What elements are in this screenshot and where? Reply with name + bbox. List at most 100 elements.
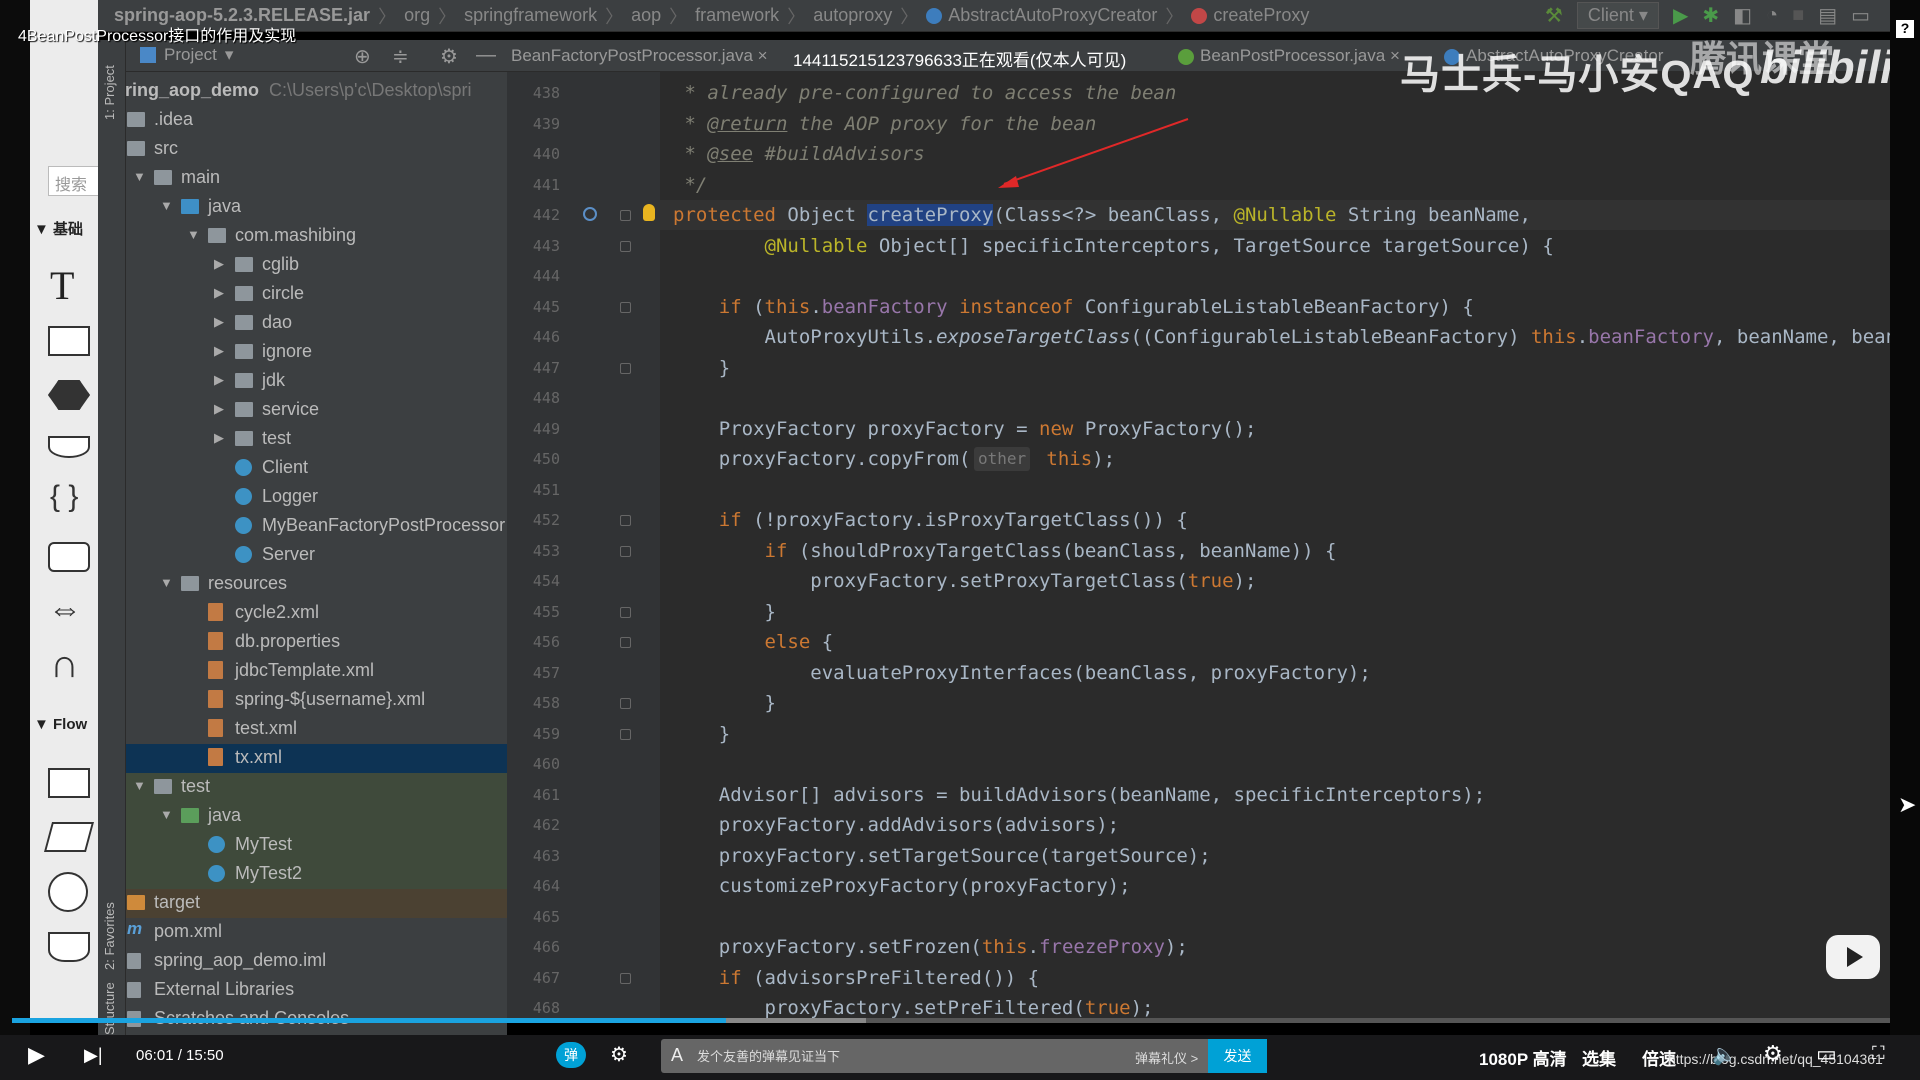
code-line[interactable]: } — [673, 719, 730, 749]
danmaku-settings-icon[interactable]: ⚙ — [610, 1042, 628, 1067]
run-config-select[interactable]: Client ▾ — [1576, 2, 1659, 29]
code-line[interactable]: if (advisorsPreFiltered()) { — [673, 963, 1039, 993]
fold-marker-icon[interactable] — [620, 698, 631, 709]
fold-marker-icon[interactable] — [620, 972, 631, 984]
code-line[interactable]: * @see #buildAdvisors — [673, 139, 924, 169]
code-line[interactable]: if (!proxyFactory.isProxyTargetClass()) … — [673, 505, 1188, 535]
tree-item[interactable]: ▼ com.mashibing — [126, 222, 507, 251]
rectangle-tool-icon[interactable] — [48, 326, 90, 356]
run-icon[interactable]: ▶ — [1673, 3, 1688, 28]
tree-item[interactable]: ▶ circle — [126, 280, 507, 309]
code-line[interactable]: evaluateProxyInterfaces(beanClass, proxy… — [673, 658, 1371, 688]
locate-icon[interactable]: ⊕ — [354, 44, 371, 69]
code-line[interactable]: proxyFactory.setProxyTargetClass(true); — [673, 566, 1256, 596]
tree-item[interactable]: tx.xml — [126, 744, 507, 773]
tree-item[interactable]: spring_aop_demo C:\Users\p'c\Desktop\spri — [126, 77, 507, 106]
fold-marker-icon[interactable] — [620, 362, 631, 374]
project-tool-button[interactable]: 1: Project — [102, 65, 117, 120]
code-line[interactable]: if (shouldProxyTargetClass(beanClass, be… — [673, 536, 1337, 566]
tree-item[interactable]: m pom.xml — [126, 918, 507, 947]
close-icon[interactable]: × — [758, 46, 768, 65]
fold-marker-icon[interactable] — [620, 210, 631, 221]
breadcrumb-aop[interactable]: aop — [631, 5, 661, 26]
settings-gear-icon[interactable]: ⚙ — [1763, 1041, 1783, 1067]
code-line[interactable]: } — [673, 353, 730, 383]
quality-button[interactable]: 1080P 高清 — [1479, 1045, 1567, 1070]
collapsed-arrow-icon[interactable]: ▶ — [214, 401, 224, 417]
tree-item[interactable]: jdbcTemplate.xml — [126, 657, 507, 686]
expanded-arrow-icon[interactable]: ▼ — [133, 169, 146, 184]
hide-icon[interactable]: — — [476, 44, 496, 67]
code-line[interactable]: } — [673, 597, 776, 627]
code-line[interactable]: else { — [673, 627, 834, 657]
code-line[interactable]: proxyFactory.setFrozen(this.freezeProxy)… — [673, 932, 1188, 962]
code-editor[interactable]: * already pre-configured to access the b… — [660, 72, 1890, 1020]
play-icon[interactable]: ▶ — [28, 1042, 45, 1068]
episodes-button[interactable]: 选集 — [1582, 1045, 1616, 1070]
fold-marker-icon[interactable] — [620, 545, 631, 557]
expanded-arrow-icon[interactable]: ▼ — [160, 575, 173, 590]
code-line[interactable]: } — [673, 688, 776, 718]
code-line[interactable]: customizeProxyFactory(proxyFactory); — [673, 871, 1131, 901]
bilibili-tv-icon[interactable] — [1826, 935, 1880, 979]
code-line[interactable]: * @return the AOP proxy for the bean — [673, 109, 1096, 139]
arch-tool-icon[interactable]: ∩ — [50, 642, 79, 687]
tree-item[interactable]: MyTest — [126, 831, 507, 860]
tree-item[interactable]: ▼ java — [126, 193, 507, 222]
tab-beanfactorypostprocessor[interactable]: BeanFactoryPostProcessor.java × — [511, 46, 768, 66]
tree-item[interactable]: target — [126, 889, 507, 918]
hammer-build-icon[interactable]: ⚒ — [1545, 3, 1563, 28]
tree-item[interactable]: ▼ resources — [126, 570, 507, 599]
danmaku-etiquette-link[interactable]: 弹幕礼仪 > — [1135, 1048, 1198, 1067]
fullscreen-icon[interactable]: ⛶ — [1872, 1043, 1885, 1064]
tree-item[interactable]: .idea — [126, 106, 507, 135]
breadcrumb-springframework[interactable]: springframework — [464, 5, 597, 26]
connector-tool-icon[interactable] — [48, 872, 88, 912]
tab-beanpostprocessor[interactable]: BeanPostProcessor.java × — [1178, 46, 1400, 66]
tree-item[interactable]: ▶ service — [126, 396, 507, 425]
project-view-selector[interactable]: Project ▾ — [140, 45, 233, 65]
tree-item[interactable]: ▼ main — [126, 164, 507, 193]
danmaku-toggle-icon[interactable]: 弹 — [556, 1042, 586, 1068]
tree-item[interactable]: db.properties — [126, 628, 507, 657]
favorites-tool-button[interactable]: 2: Favorites — [102, 902, 117, 970]
collapsed-arrow-icon[interactable]: ▶ — [214, 430, 224, 446]
expanded-arrow-icon[interactable]: ▼ — [133, 778, 146, 793]
palette-section-basic[interactable]: ▼ 基础 — [34, 218, 83, 239]
video-progress-bar[interactable] — [12, 1018, 1890, 1023]
braces-tool-icon[interactable]: { } — [50, 480, 78, 514]
breadcrumb-method[interactable]: createProxy — [1213, 5, 1309, 26]
tree-item[interactable]: MyBeanFactoryPostProcessor — [126, 512, 507, 541]
process-tool-icon[interactable] — [48, 768, 90, 798]
tree-item[interactable]: cycle2.xml — [126, 599, 507, 628]
trapezoid-tool-icon[interactable] — [48, 436, 90, 458]
breadcrumb-autoproxy[interactable]: autoproxy — [813, 5, 892, 26]
tree-item[interactable]: ▶ test — [126, 425, 507, 454]
tree-item[interactable]: External Libraries — [126, 976, 507, 1005]
code-line[interactable]: @Nullable Object[] specificInterceptors,… — [673, 231, 1554, 261]
tree-item[interactable]: ▶ dao — [126, 309, 507, 338]
fold-marker-icon[interactable] — [620, 728, 631, 740]
text-tool-icon[interactable]: T — [50, 262, 74, 309]
rounded-rect-tool-icon[interactable] — [48, 542, 90, 572]
expanded-arrow-icon[interactable]: ▼ — [187, 227, 200, 242]
coverage-icon[interactable]: ◧ — [1733, 3, 1752, 28]
collapsed-arrow-icon[interactable]: ▶ — [214, 314, 224, 330]
danmaku-input[interactable] — [697, 1039, 1097, 1073]
tree-item[interactable]: ▼ java — [126, 802, 507, 831]
window-icon[interactable]: ▭ — [1851, 3, 1870, 28]
close-icon[interactable]: × — [1390, 46, 1400, 65]
next-icon[interactable]: ▶| — [84, 1045, 103, 1066]
code-line[interactable]: proxyFactory.addAdvisors(advisors); — [673, 810, 1119, 840]
tree-item[interactable]: ▶ ignore — [126, 338, 507, 367]
tree-item[interactable]: ▶ cglib — [126, 251, 507, 280]
code-line[interactable]: AutoProxyUtils.exposeTargetClass((Config… — [673, 322, 1891, 352]
fold-marker-icon[interactable] — [620, 515, 631, 526]
code-line[interactable]: proxyFactory.setPreFiltered(true); — [673, 993, 1154, 1020]
breadcrumb-org[interactable]: org — [404, 5, 430, 26]
volume-icon[interactable]: 🔈 — [1712, 1042, 1737, 1067]
fold-marker-icon[interactable] — [620, 301, 631, 313]
palette-section-flow[interactable]: ▼ Flow — [34, 716, 87, 733]
breadcrumb-framework[interactable]: framework — [695, 5, 779, 26]
fold-marker-icon[interactable] — [620, 637, 631, 648]
